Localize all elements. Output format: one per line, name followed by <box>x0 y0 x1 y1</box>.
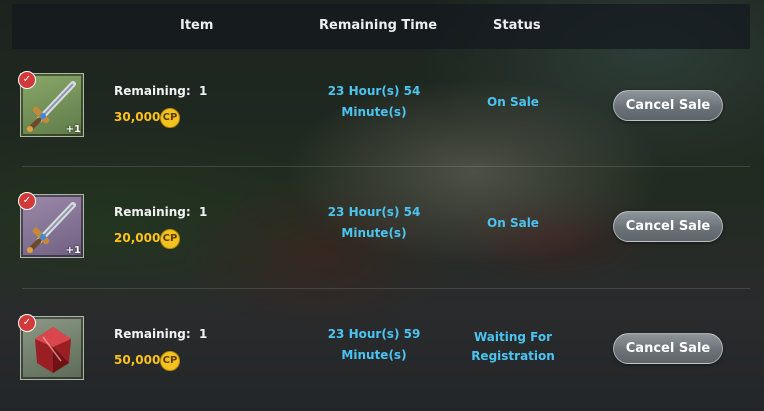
cp-coin-icon: CP <box>160 229 180 249</box>
item-slot[interactable]: ✓ <box>18 314 84 380</box>
checkmark-icon: ✓ <box>18 314 36 332</box>
checkmark-icon: ✓ <box>18 71 36 89</box>
header-remaining-time: Remaining Time <box>319 18 438 33</box>
enhance-level: +1 <box>65 124 81 135</box>
table-header: Item Remaining Time Status <box>12 4 750 49</box>
remaining-label: Remaining: 1 <box>114 205 208 219</box>
status-text: On Sale <box>487 216 539 230</box>
item-slot[interactable]: ✓ +1 <box>18 192 84 258</box>
listing-row: ✓ Remaining: 1 50,000 CP 23 Hour(s) 59 M… <box>12 289 750 407</box>
cp-coin-icon: CP <box>160 108 180 128</box>
cancel-sale-button[interactable]: Cancel Sale <box>613 90 723 121</box>
enhance-level: +1 <box>65 245 81 256</box>
listing-row: ✓ +1 Remaining: 1 20,000 CP 23 Hour(s) 5… <box>12 167 750 289</box>
remaining-time: 23 Hour(s) 59 Minute(s) <box>327 327 421 362</box>
listing-row: ✓ +1 Remaining: 1 30,000 CP 23 Hour(s) 5… <box>12 49 750 167</box>
remaining-label: Remaining: 1 <box>114 327 208 341</box>
item-slot[interactable]: ✓ +1 <box>18 71 84 137</box>
header-status: Status <box>493 18 541 33</box>
remaining-label: Remaining: 1 <box>114 84 208 98</box>
status-text: On Sale <box>487 95 539 109</box>
checkmark-icon: ✓ <box>18 192 36 210</box>
price-value: 50,000 <box>114 353 161 367</box>
header-item: Item <box>180 18 214 33</box>
cancel-sale-button[interactable]: Cancel Sale <box>613 211 723 242</box>
remaining-time: 23 Hour(s) 54 Minute(s) <box>327 205 421 240</box>
status-text: Waiting For Registration <box>471 330 555 363</box>
price-value: 20,000 <box>114 231 161 245</box>
remaining-time: 23 Hour(s) 54 Minute(s) <box>327 84 421 119</box>
cp-coin-icon: CP <box>160 351 180 371</box>
price-value: 30,000 <box>114 110 161 124</box>
cancel-sale-button[interactable]: Cancel Sale <box>613 333 723 364</box>
